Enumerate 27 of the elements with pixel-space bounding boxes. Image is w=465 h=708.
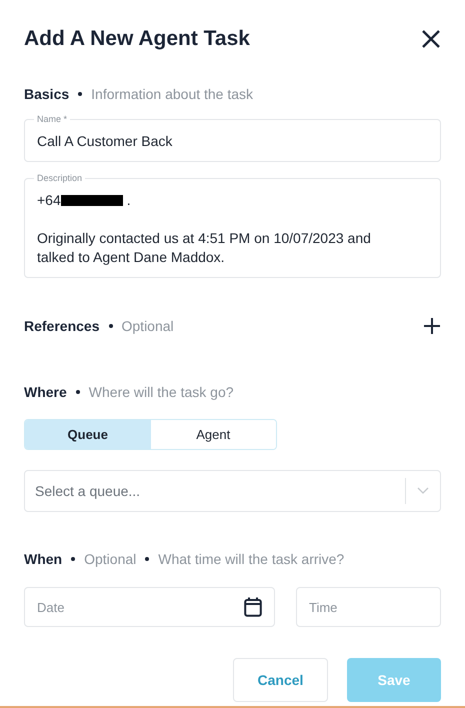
add-icon[interactable]	[424, 318, 440, 334]
section-title: References	[24, 318, 100, 334]
calendar-icon[interactable]	[244, 597, 262, 617]
field-value: Originally contacted us at 4:51 PM on 10/07/2023 and talked to Agent Dane Maddox.	[37, 229, 372, 267]
field-value: +64	[37, 191, 61, 210]
cancel-button[interactable]: Cancel	[233, 658, 328, 702]
field-label: Name *	[34, 113, 70, 125]
field-label: Description	[34, 172, 86, 184]
section-title: Basics	[24, 86, 70, 102]
section-note: Information about the task	[91, 86, 254, 102]
field-value: Call A Customer Back	[37, 132, 174, 151]
queue-select[interactable]: Select a queue...	[24, 470, 441, 512]
dialog-title: Add A New Agent Task	[24, 27, 250, 51]
field-placeholder: Time	[309, 600, 338, 614]
section-title: When	[24, 551, 62, 567]
section-note: Where will the task go?	[88, 384, 234, 400]
section-note: Optional	[122, 318, 174, 334]
time-field[interactable]: Time	[296, 587, 441, 627]
field-placeholder: Date	[37, 600, 66, 614]
tab[interactable]: Queue	[25, 420, 150, 449]
section-note: Optional	[84, 551, 136, 567]
section-title: Where	[24, 384, 67, 400]
section-note: What time will the task arrive?	[158, 551, 344, 567]
close-icon[interactable]	[421, 29, 441, 49]
field-value: .	[126, 191, 131, 210]
date-field[interactable]: Date	[24, 587, 275, 627]
select-placeholder: Select a queue...	[34, 483, 142, 499]
